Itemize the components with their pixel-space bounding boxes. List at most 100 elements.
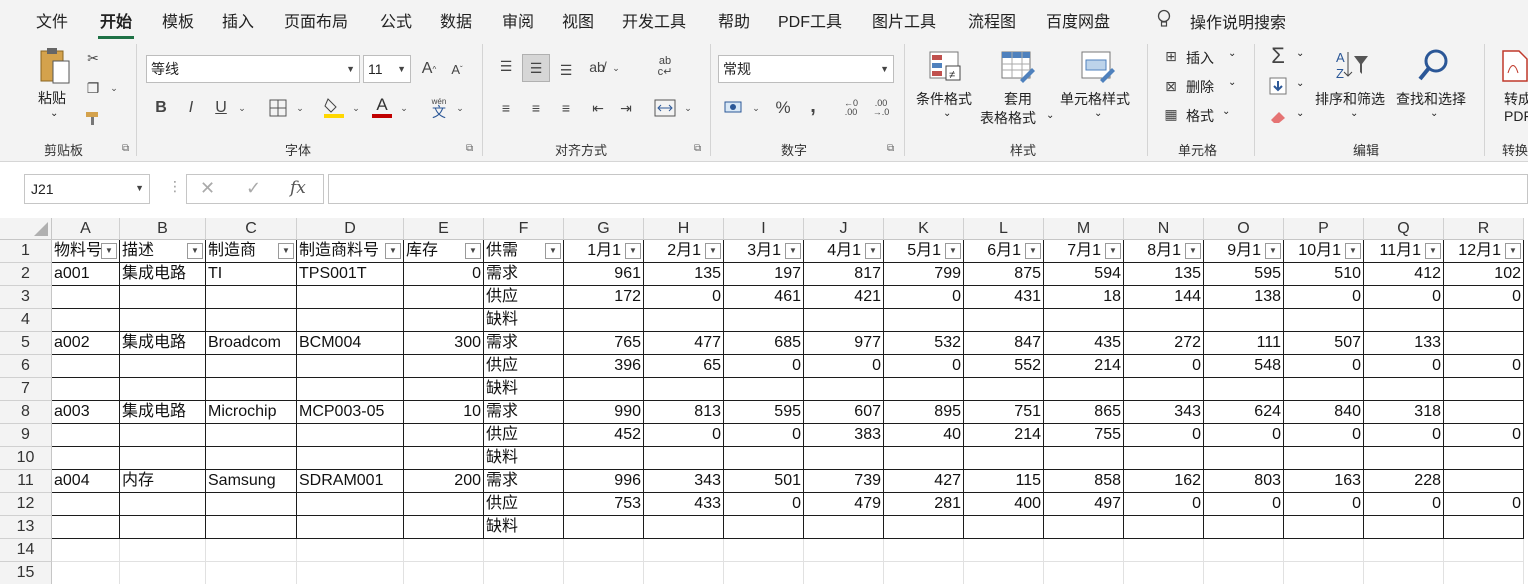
align-middle-icon[interactable]: ☰ (522, 54, 550, 82)
decrease-decimal-icon[interactable]: .00 →.0 (868, 96, 894, 120)
table-cell[interactable]: 396 (564, 355, 644, 378)
tab-5[interactable]: 公式 (380, 8, 412, 32)
filter-dropdown-icon[interactable]: ▼ (1025, 243, 1041, 259)
cancel-entry-icon[interactable]: ✕ (200, 178, 215, 199)
column-header-K[interactable]: K (884, 218, 964, 240)
filter-dropdown-icon[interactable]: ▼ (1425, 243, 1441, 259)
column-header-G[interactable]: G (564, 218, 644, 240)
table-cell[interactable] (1364, 378, 1444, 401)
row-header-9[interactable]: 9 (0, 424, 52, 447)
table-cell[interactable] (297, 516, 404, 539)
font-grow-icon[interactable]: A ^ (418, 58, 440, 80)
table-cell[interactable]: MCP003-05 (297, 401, 404, 424)
table-cell[interactable] (1124, 447, 1204, 470)
copy-dropdown-icon[interactable]: ⌄ (108, 80, 120, 96)
font-color-dropdown-icon[interactable]: ⌄ (398, 100, 410, 116)
insert-cells-button[interactable]: 插入 (1186, 48, 1214, 68)
table-cell[interactable] (52, 516, 120, 539)
table-cell[interactable] (52, 355, 120, 378)
merge-dropdown-icon[interactable]: ⌄ (682, 100, 694, 116)
phonetic-icon[interactable]: wén 文 (426, 94, 452, 120)
table-cell[interactable]: 144 (1124, 286, 1204, 309)
table-cell[interactable] (120, 378, 206, 401)
table-cell[interactable] (964, 309, 1044, 332)
table-cell[interactable] (1444, 309, 1524, 332)
table-cell[interactable]: 内存 (120, 470, 206, 493)
table-cell[interactable]: 0 (1284, 286, 1364, 309)
column-header-N[interactable]: N (1124, 218, 1204, 240)
table-cell[interactable] (804, 539, 884, 562)
decrease-indent-icon[interactable]: ⇤ (586, 96, 610, 120)
table-cell[interactable]: 0 (1124, 355, 1204, 378)
table-cell[interactable] (1124, 516, 1204, 539)
table-cell[interactable]: 803 (1204, 470, 1284, 493)
tab-2[interactable]: 模板 (162, 8, 194, 32)
table-cell[interactable] (884, 562, 964, 584)
table-cell[interactable]: 433 (644, 493, 724, 516)
table-cell[interactable]: SDRAM001 (297, 470, 404, 493)
table-cell[interactable]: 532 (884, 332, 964, 355)
table-cell[interactable] (644, 378, 724, 401)
table-cell[interactable]: a002 (52, 332, 120, 355)
table-cell[interactable]: 供应 (484, 493, 564, 516)
table-cell[interactable]: 421 (804, 286, 884, 309)
accounting-format-icon[interactable] (722, 96, 746, 120)
table-cell[interactable]: 594 (1044, 263, 1124, 286)
font-launcher-icon[interactable]: ⧉ (466, 143, 473, 154)
format-as-table-line1[interactable]: 套用 (1004, 89, 1032, 109)
paste-button[interactable]: 粘贴 (38, 88, 66, 108)
table-cell[interactable] (1444, 401, 1524, 424)
table-cell[interactable] (297, 286, 404, 309)
table-cell[interactable] (52, 539, 120, 562)
table-cell[interactable]: 595 (1204, 263, 1284, 286)
table-cell[interactable] (1284, 539, 1364, 562)
table-cell[interactable] (52, 378, 120, 401)
table-cell[interactable]: 755 (1044, 424, 1124, 447)
table-cell[interactable] (297, 378, 404, 401)
fill-color-dropdown-icon[interactable]: ⌄ (350, 100, 362, 116)
table-cell[interactable] (297, 539, 404, 562)
row-header-7[interactable]: 7 (0, 378, 52, 401)
table-cell[interactable]: 115 (964, 470, 1044, 493)
paste-icon[interactable] (34, 44, 76, 86)
table-cell[interactable] (404, 309, 484, 332)
table-cell[interactable]: 435 (1044, 332, 1124, 355)
table-cell[interactable] (1444, 332, 1524, 355)
table-cell[interactable]: 343 (644, 470, 724, 493)
table-cell[interactable]: 0 (1444, 493, 1524, 516)
tab-4[interactable]: 页面布局 (284, 8, 348, 32)
accounting-dropdown-icon[interactable]: ⌄ (750, 100, 762, 116)
autosum-dropdown-icon[interactable]: ⌄ (1296, 48, 1304, 59)
table-cell[interactable] (884, 516, 964, 539)
align-left-icon[interactable]: ≡ (494, 96, 518, 120)
table-cell[interactable] (120, 355, 206, 378)
table-cell[interactable] (1284, 309, 1364, 332)
orientation-dropdown-icon[interactable]: ⌄ (610, 60, 622, 76)
column-header-B[interactable]: B (120, 218, 206, 240)
number-launcher-icon[interactable]: ⧉ (887, 143, 894, 154)
fill-icon[interactable] (1266, 74, 1290, 98)
table-cell[interactable]: 300 (404, 332, 484, 355)
table-cell[interactable] (52, 424, 120, 447)
table-cell[interactable] (206, 516, 297, 539)
table-cell[interactable] (404, 562, 484, 584)
filter-dropdown-icon[interactable]: ▼ (945, 243, 961, 259)
column-header-J[interactable]: J (804, 218, 884, 240)
table-cell[interactable] (1444, 470, 1524, 493)
table-cell[interactable] (644, 447, 724, 470)
table-cell[interactable] (206, 309, 297, 332)
table-cell[interactable] (404, 516, 484, 539)
delete-dropdown-icon[interactable]: ⌄ (1228, 77, 1236, 88)
filter-dropdown-icon[interactable]: ▼ (705, 243, 721, 259)
tab-11[interactable]: PDF工具 (778, 8, 842, 32)
column-header-R[interactable]: R (1444, 218, 1524, 240)
format-painter-icon[interactable] (82, 108, 104, 128)
table-cell[interactable]: 集成电路 (120, 332, 206, 355)
table-cell[interactable]: a003 (52, 401, 120, 424)
table-cell[interactable] (52, 286, 120, 309)
table-cell[interactable] (1204, 516, 1284, 539)
header-cell[interactable]: 11月1 ▼ (1364, 240, 1444, 263)
table-cell[interactable] (724, 516, 804, 539)
bold-button[interactable]: B (150, 96, 172, 120)
table-cell[interactable] (1044, 516, 1124, 539)
